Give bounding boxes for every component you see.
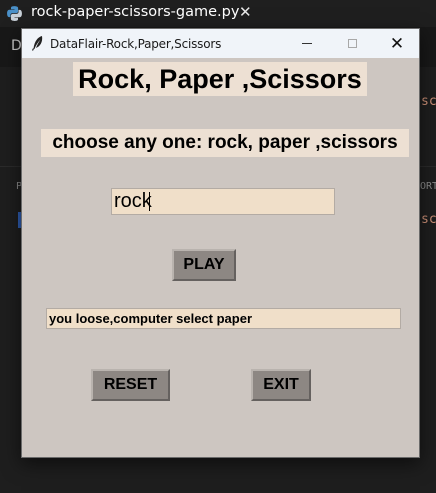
instruction-label: choose any one: rock, paper ,scissors: [41, 129, 409, 157]
editor-tab-bar: rock-paper-scissors-game.py ✕: [0, 0, 436, 28]
python-file-icon: [7, 6, 22, 21]
text-caret: [149, 192, 150, 211]
exit-button[interactable]: EXIT: [251, 369, 311, 401]
close-icon: ✕: [389, 33, 405, 53]
play-button[interactable]: PLAY: [172, 249, 236, 281]
minimize-button[interactable]: [285, 29, 329, 58]
bg-text-fragment: ORT: [420, 181, 436, 192]
bg-text-fragment: sc: [421, 94, 436, 109]
choice-input[interactable]: [111, 188, 335, 215]
window-title: DataFlair-Rock,Paper,Scissors: [50, 37, 222, 51]
close-button[interactable]: ✕: [375, 29, 419, 58]
window-titlebar[interactable]: DataFlair-Rock,Paper,Scissors ✕: [22, 29, 419, 58]
page-title: Rock, Paper ,Scissors: [73, 62, 367, 96]
minimize-icon: [302, 43, 312, 44]
reset-button[interactable]: RESET: [91, 369, 170, 401]
result-field: you loose,computer select paper: [46, 308, 401, 329]
editor-tab[interactable]: rock-paper-scissors-game.py ✕: [0, 0, 266, 27]
maximize-icon: [347, 39, 357, 48]
maximize-button[interactable]: [330, 29, 374, 58]
bg-text-fragment: sc: [421, 212, 436, 227]
editor-tab-label: rock-paper-scissors-game.py: [31, 4, 240, 20]
app-window: DataFlair-Rock,Paper,Scissors ✕ Rock, Pa…: [21, 28, 420, 458]
close-tab-icon[interactable]: ✕: [239, 3, 252, 21]
feather-icon: [31, 36, 43, 51]
